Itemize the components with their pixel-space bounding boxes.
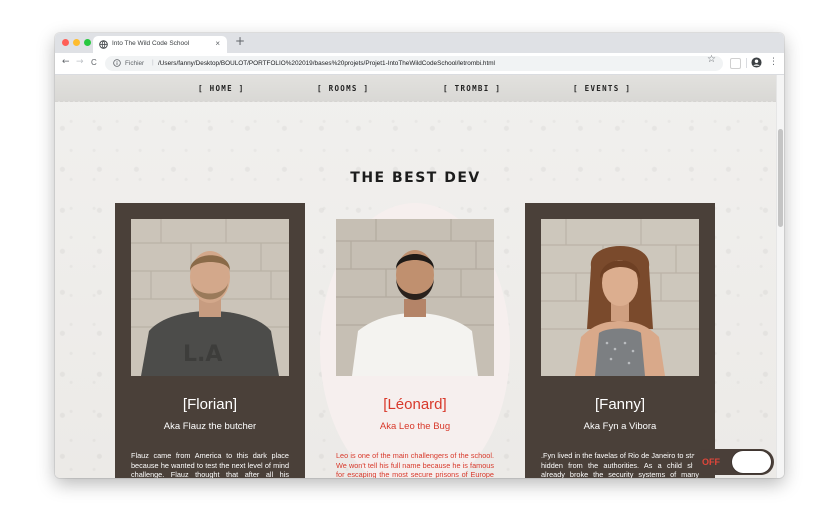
page-scrollbar[interactable] — [776, 75, 784, 478]
portrait-photo: L.A — [131, 219, 289, 376]
toggle-knob[interactable] — [732, 451, 771, 473]
portrait-image-leonard — [336, 219, 494, 376]
site-navbar: [ HOME ] [ ROOMS ] [ TROMBI ] [ EVENTS ] — [55, 75, 776, 102]
address-bar[interactable]: Fichier | /Users/fanny/Desktop/BOULOT/PO… — [105, 56, 723, 71]
theme-toggle[interactable]: OFF — [692, 449, 774, 475]
menu-kebab-icon[interactable]: ⋮ — [769, 57, 778, 67]
profile-icon[interactable] — [751, 57, 762, 68]
profile-bio: Leo is one of the main challengers of th… — [336, 451, 494, 478]
url-scheme: Fichier — [125, 60, 145, 67]
toolbar-divider — [746, 58, 747, 68]
profile-name: [Florian] — [182, 396, 238, 413]
profile-name: [Léonard] — [383, 396, 447, 413]
profile-card-florian: L.A [Florian] Aka Flauz the butcher Flau… — [115, 203, 305, 478]
portrait-image-florian: L.A — [131, 219, 289, 376]
maximize-window-button[interactable] — [84, 39, 91, 46]
profile-alias: Aka Leo the Bug — [379, 421, 451, 432]
close-tab-icon[interactable]: × — [215, 39, 220, 48]
portrait-image-fanny — [541, 219, 699, 376]
profile-name: [Fanny] — [594, 396, 646, 413]
tab-bar: Into The Wild Code School × + — [55, 33, 784, 53]
extension-icon[interactable] — [730, 58, 741, 69]
new-tab-button[interactable]: + — [235, 34, 245, 48]
reload-icon[interactable]: C — [91, 58, 97, 67]
back-icon[interactable]: ← — [62, 57, 70, 67]
browser-toolbar: ← → C Fichier | /Users/fanny/Desktop/BOU… — [55, 53, 784, 75]
toggle-label: OFF — [702, 457, 720, 467]
nav-rooms-link[interactable]: [ ROOMS ] — [317, 84, 369, 93]
web-page: [ HOME ] [ ROOMS ] [ TROMBI ] [ EVENTS ]… — [55, 75, 776, 478]
browser-tab[interactable]: Into The Wild Code School × — [93, 36, 227, 53]
profile-bio: Flauz came from America to this dark pla… — [131, 451, 289, 478]
url-text[interactable]: /Users/fanny/Desktop/BOULOT/PORTFOLIO%20… — [158, 60, 495, 67]
scrollbar-thumb[interactable] — [778, 129, 783, 227]
info-icon[interactable] — [113, 59, 121, 67]
profile-card-fanny: [Fanny] Aka Fyn a Vibora .Fyn lived in t… — [525, 203, 715, 478]
forward-icon[interactable]: → — [76, 57, 84, 67]
svg-text:L.A: L.A — [183, 342, 222, 367]
browser-window: Into The Wild Code School × + ← → C Fich… — [55, 33, 784, 478]
url-separator: | — [152, 59, 154, 66]
nav-trombi-link[interactable]: [ TROMBI ] — [443, 84, 501, 93]
profile-alias: Aka Flauz the butcher — [163, 421, 257, 432]
profile-card-leonard: [Léonard] Aka Leo the Bug Leo is one of … — [320, 203, 510, 478]
nav-home-link[interactable]: [ HOME ] — [198, 84, 245, 93]
tab-title: Into The Wild Code School — [112, 40, 190, 47]
minimize-window-button[interactable] — [73, 39, 80, 46]
nav-events-link[interactable]: [ EVENTS ] — [573, 84, 631, 93]
page-title: THE BEST DEV — [350, 170, 481, 186]
portrait-photo — [541, 219, 699, 376]
portrait-photo — [336, 219, 494, 376]
globe-icon — [99, 40, 108, 49]
profile-bio: .Fyn lived in the favelas of Rio de Jane… — [541, 451, 699, 478]
bookmark-star-icon[interactable]: ☆ — [707, 54, 716, 65]
profile-alias: Aka Fyn a Vibora — [583, 421, 657, 432]
close-window-button[interactable] — [62, 39, 69, 46]
